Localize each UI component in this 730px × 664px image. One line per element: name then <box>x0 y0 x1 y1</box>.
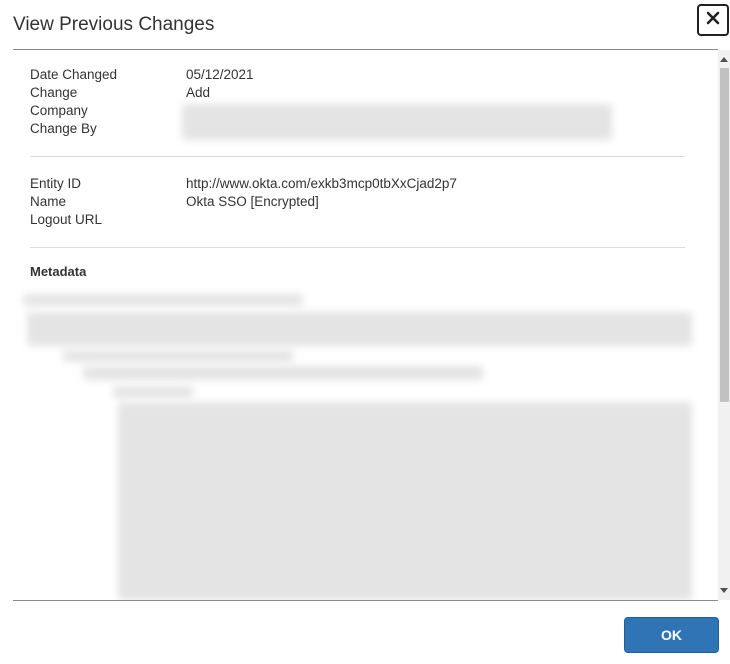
field-row-name: Name Okta SSO [Encrypted] <box>30 193 685 211</box>
redacted-company-change-by <box>182 104 612 140</box>
close-icon <box>706 11 720 30</box>
entity-info-section: Entity ID http://www.okta.com/exkb3mcp0t… <box>30 175 685 229</box>
redacted-metadata-line <box>63 350 293 362</box>
section-divider <box>30 247 685 248</box>
field-value: Add <box>186 85 211 100</box>
field-label: Change By <box>30 121 97 136</box>
scroll-up-arrow-icon[interactable] <box>718 52 730 66</box>
field-label: Company <box>30 103 88 118</box>
field-row-date-changed: Date Changed 05/12/2021 <box>30 66 685 84</box>
close-button[interactable] <box>697 4 729 36</box>
field-value: 05/12/2021 <box>186 67 254 82</box>
field-row-entity-id: Entity ID http://www.okta.com/exkb3mcp0t… <box>30 175 685 193</box>
field-label: Change <box>30 85 78 100</box>
field-label: Date Changed <box>30 67 118 82</box>
field-row-change: Change Add <box>30 84 685 102</box>
redacted-metadata-line <box>83 366 483 380</box>
view-previous-changes-dialog: View Previous Changes Date Changed 05/12… <box>0 0 730 664</box>
field-value: http://www.okta.com/exkb3mcp0tbXxCjad2p7 <box>186 176 457 191</box>
vertical-scrollbar[interactable] <box>718 50 730 600</box>
redacted-metadata-line <box>23 294 303 306</box>
field-label: Name <box>30 194 67 209</box>
section-divider <box>30 156 685 157</box>
metadata-heading: Metadata <box>30 264 87 279</box>
dialog-title: View Previous Changes <box>13 14 215 35</box>
field-label: Entity ID <box>30 176 82 191</box>
field-value: Okta SSO [Encrypted] <box>186 194 319 209</box>
scrollbar-thumb[interactable] <box>720 68 729 402</box>
redacted-metadata-block <box>118 402 692 600</box>
field-row-logout-url: Logout URL <box>30 211 685 229</box>
dialog-body-scroll-area[interactable]: Date Changed 05/12/2021 Change Add Compa… <box>13 50 730 600</box>
footer-divider <box>13 600 718 601</box>
redacted-metadata-line <box>27 312 692 346</box>
redacted-metadata-line <box>113 386 193 398</box>
ok-button[interactable]: OK <box>624 617 719 653</box>
field-label: Logout URL <box>30 212 103 227</box>
scroll-down-arrow-icon[interactable] <box>718 584 730 598</box>
